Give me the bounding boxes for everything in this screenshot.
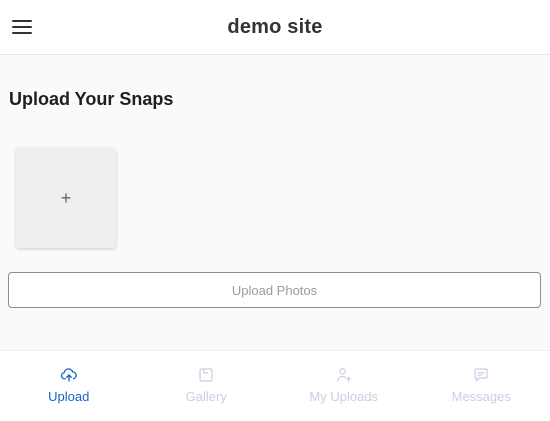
bottom-navigation: Upload Gallery My Uploads Messages — [0, 350, 550, 421]
user-upload-icon — [337, 368, 351, 383]
page-title: Upload Your Snaps — [9, 89, 174, 109]
nav-label-messages: Messages — [451, 389, 511, 404]
nav-label-gallery: Gallery — [185, 389, 227, 404]
nav-item-messages[interactable]: Messages — [413, 351, 550, 421]
nav-item-gallery[interactable]: Gallery — [138, 351, 276, 421]
nav-item-upload[interactable]: Upload — [0, 351, 138, 421]
gallery-icon — [199, 368, 213, 382]
site-title: demo site — [227, 15, 323, 38]
plus-icon: + — [60, 188, 72, 208]
hamburger-menu-icon[interactable] — [12, 17, 34, 37]
nav-label-my-uploads: My Uploads — [309, 389, 379, 404]
add-photo-tile[interactable]: + — [16, 148, 116, 248]
top-header: demo site — [0, 0, 550, 55]
nav-item-my-uploads[interactable]: My Uploads — [275, 351, 413, 421]
nav-label-upload: Upload — [48, 389, 90, 404]
app-page: demo site Upload Your Snaps + Upload Pho… — [0, 0, 550, 421]
message-icon — [474, 368, 488, 382]
upload-photos-button[interactable]: Upload Photos — [8, 272, 541, 308]
cloud-upload-icon — [60, 368, 77, 382]
